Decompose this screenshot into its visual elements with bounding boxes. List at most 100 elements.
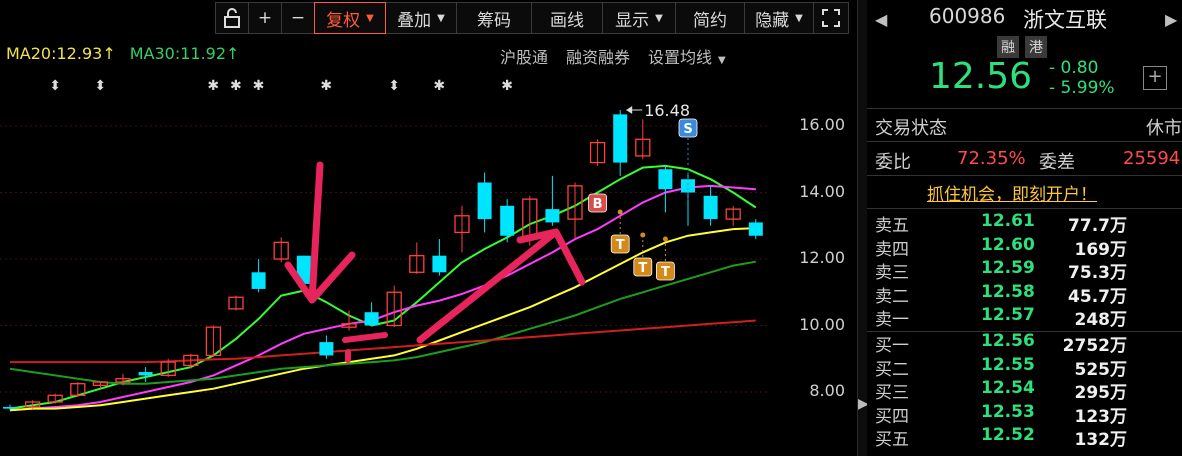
order-book-row[interactable]: 卖三 12.59 75.3万 — [875, 258, 1175, 283]
price-change: - 0.80 - 5.99% — [1049, 58, 1115, 98]
chips-button[interactable]: 筹码 — [456, 2, 532, 34]
divider-line — [867, 141, 1182, 142]
display-dropdown[interactable]: 显示 ▼ — [602, 2, 676, 34]
weibi-value: 72.35% — [957, 148, 1026, 169]
order-book-row[interactable]: 买二 12.55 525万 — [875, 354, 1175, 380]
order-price: 12.58 — [981, 281, 1035, 302]
order-price: 12.56 — [981, 331, 1035, 351]
event-marker-icon: ⬍ — [388, 78, 400, 94]
fuquan-dropdown[interactable]: 复权 ▼ — [314, 2, 386, 34]
order-volume: 75.3万 — [1068, 263, 1127, 283]
order-price: 12.61 — [981, 211, 1035, 231]
fuquan-label: 复权 — [326, 10, 361, 31]
order-book-row[interactable]: 买三 12.54 295万 — [875, 378, 1175, 403]
event-marker-icon: ✱ — [207, 78, 219, 94]
price-tick-label: 12.00 — [799, 248, 845, 267]
order-book-row[interactable]: 卖四 12.60 169万 — [875, 234, 1175, 260]
event-marker-icon: ⬍ — [94, 78, 106, 94]
event-marker-icon: ✱ — [320, 78, 332, 94]
divider-line — [867, 208, 1182, 209]
candle-body — [251, 272, 266, 289]
order-level-label: 卖二 — [875, 286, 909, 307]
lock-button[interactable] — [215, 2, 249, 34]
ma-settings-dropdown[interactable]: 设置均线 ▼ — [648, 44, 726, 68]
high-price-label: 16.48 — [644, 101, 690, 120]
margin-trading-link[interactable]: 融资融券 — [566, 44, 630, 68]
open-account-link[interactable]: 抓住机会，即刻开户！ — [927, 180, 1097, 205]
zoom-out-button[interactable]: − — [281, 2, 315, 34]
zoom-in-button[interactable]: + — [248, 2, 282, 34]
event-marker-icon: ✱ — [253, 78, 265, 94]
order-book-row[interactable]: 买四 12.53 123万 — [875, 401, 1175, 427]
simple-button[interactable]: 简约 — [675, 2, 745, 34]
candle-body — [432, 255, 447, 273]
weicha-value: 25594 — [1123, 148, 1181, 169]
order-level-label: 卖三 — [875, 263, 909, 283]
stock-code: 600986 — [929, 4, 1006, 28]
signal-label: B — [593, 197, 603, 212]
order-volume: 77.7万 — [1068, 216, 1127, 236]
order-level-label: 买一 — [875, 336, 909, 356]
order-book-row[interactable]: 卖五 12.61 77.7万 — [875, 211, 1175, 236]
candle-body — [748, 222, 763, 236]
order-level-label: 买二 — [875, 359, 909, 380]
overlay-dropdown[interactable]: 叠加 ▼ — [385, 2, 457, 34]
display-label: 显示 — [615, 10, 650, 31]
candle-body — [500, 205, 515, 236]
caret-down-icon: ▼ — [366, 12, 374, 24]
ma-line-ma10 — [9, 184, 756, 412]
ma30-value: MA30:11.92 — [129, 44, 227, 63]
event-marker-icon: ⬍ — [49, 78, 61, 94]
order-volume: 132万 — [1074, 430, 1128, 450]
prev-stock-icon[interactable]: ◀ — [875, 10, 887, 29]
order-price: 12.54 — [981, 378, 1035, 398]
price-tick-label: 10.00 — [799, 314, 845, 334]
order-book-row[interactable]: 卖二 12.58 45.7万 — [875, 281, 1175, 307]
order-volume: 525万 — [1074, 359, 1128, 380]
event-marker-icon: ✱ — [433, 78, 445, 94]
candle-body — [703, 195, 718, 220]
top-links: 沪股通 融资融券 设置均线 ▼ — [500, 44, 726, 68]
stock-badges: 融 港 — [997, 36, 1047, 58]
order-price: 12.57 — [981, 305, 1035, 325]
order-level-label: 卖四 — [875, 239, 909, 260]
order-level-label: 买四 — [875, 406, 909, 427]
plus-icon: + — [1147, 66, 1163, 87]
caret-down-icon: ▼ — [718, 55, 726, 66]
order-price: 12.53 — [981, 401, 1035, 422]
order-price: 12.59 — [981, 258, 1035, 278]
hk-connect-badge: 港 — [1025, 36, 1047, 58]
ma20-legend: MA20:12.93↑ — [6, 44, 116, 63]
candle-body — [364, 312, 379, 326]
weibi-label: 委比 — [875, 152, 911, 173]
ma-settings-label: 设置均线 — [648, 48, 713, 67]
order-level-label: 卖一 — [875, 310, 909, 330]
kline-chart[interactable]: 16.48⬍ ⬍ ✱ ✱ ✱ ✱ ⬍ ✱ ✱SBTT T — [0, 0, 770, 456]
order-book-row[interactable]: 卖一 12.57 248万 — [875, 305, 1175, 330]
add-watchlist-button[interactable]: + — [1143, 66, 1167, 90]
candle-body — [138, 372, 153, 376]
hugutong-link[interactable]: 沪股通 — [500, 44, 548, 68]
signal-label: T — [661, 265, 670, 280]
order-volume: 123万 — [1074, 406, 1128, 427]
signal-label: T — [616, 238, 625, 253]
chips-label: 筹码 — [477, 10, 511, 31]
draw-line-button[interactable]: 画线 — [531, 2, 603, 34]
caret-down-icon: ▼ — [437, 12, 445, 24]
next-stock-icon[interactable]: ▶ — [1165, 10, 1177, 29]
order-book-row[interactable]: 买一 12.56 2752万 — [875, 331, 1175, 356]
order-volume: 45.7万 — [1068, 286, 1127, 307]
order-book-row[interactable]: 买五 12.52 132万 — [875, 425, 1175, 450]
plus-icon: + — [257, 8, 273, 28]
order-level-label: 卖五 — [875, 216, 909, 236]
change-percent: - 5.99% — [1049, 78, 1115, 98]
kline-chart-area[interactable]: 16.48 ⬍ ⬍ ✱ ✱ ✱ ✱ ⬍ ✱ ✱ S B T T T + − 复权 ▼ 叠加 ▼ 筹码 画线 显示… — [0, 0, 857, 456]
high-arrow-icon — [626, 106, 633, 115]
order-price: 12.55 — [981, 354, 1035, 375]
candle-body — [3, 406, 17, 409]
order-price: 12.60 — [981, 234, 1035, 255]
event-marker-icon: ✱ — [501, 78, 513, 94]
signal-dot — [662, 236, 668, 242]
candle-body — [545, 209, 560, 223]
overlay-label: 叠加 — [397, 10, 432, 31]
